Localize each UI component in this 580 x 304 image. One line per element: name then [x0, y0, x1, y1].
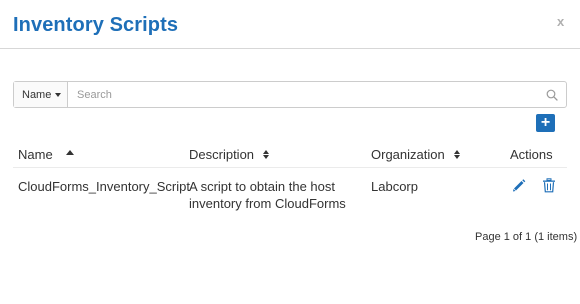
sort-icon	[453, 150, 460, 159]
pagination-info: Page 1 of 1 (1 items)	[475, 231, 578, 243]
table-header-divider	[13, 167, 567, 168]
search-input[interactable]	[68, 82, 538, 107]
close-button[interactable]: x	[557, 14, 564, 29]
sort-icon	[263, 150, 270, 159]
column-header-description[interactable]: Description	[189, 147, 270, 162]
search-field-label: Name	[22, 88, 52, 101]
inventory-scripts-modal: Inventory Scripts x Name + Name Descript…	[0, 0, 580, 304]
sort-ascending-icon	[65, 150, 74, 155]
column-header-organization[interactable]: Organization	[371, 147, 460, 162]
column-header-actions: Actions	[510, 147, 553, 162]
modal-header: Inventory Scripts x	[0, 0, 580, 49]
pencil-icon[interactable]	[512, 178, 528, 194]
trash-icon[interactable]	[542, 178, 558, 194]
caret-down-icon	[55, 92, 62, 97]
search-bar: Name	[13, 81, 567, 108]
search-icon[interactable]	[538, 82, 566, 107]
add-script-button[interactable]: +	[536, 114, 555, 132]
plus-icon: +	[540, 114, 551, 131]
row-name[interactable]: CloudForms_Inventory_Script	[18, 178, 190, 195]
column-header-name[interactable]: Name	[18, 147, 74, 162]
modal-title: Inventory Scripts	[13, 14, 179, 36]
row-organization: Labcorp	[371, 179, 418, 194]
row-description: A script to obtain the host inventory fr…	[189, 179, 346, 211]
search-field-dropdown[interactable]: Name	[14, 82, 68, 107]
